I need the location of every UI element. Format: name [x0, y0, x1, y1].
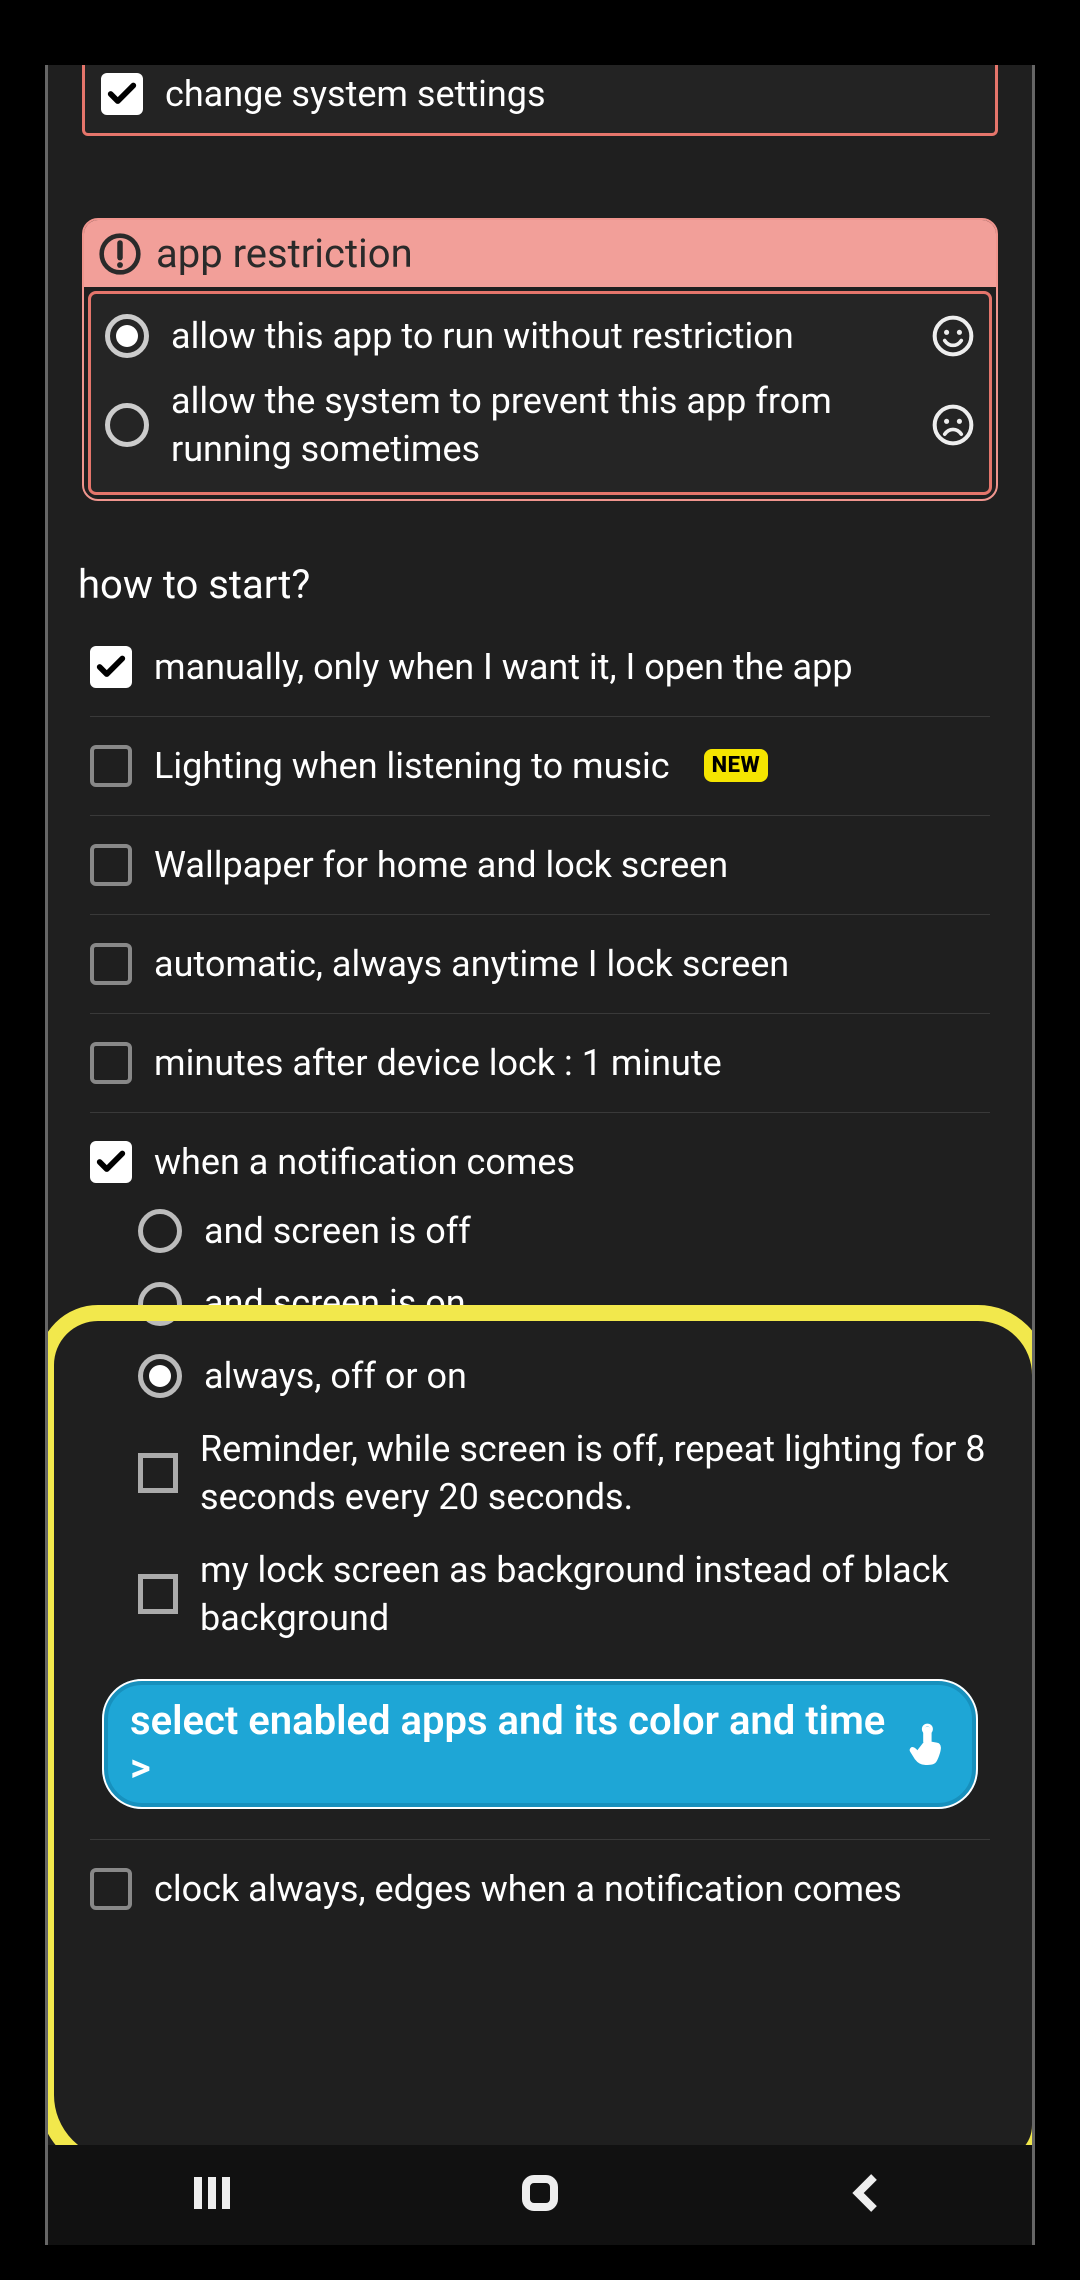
how-to-start-heading: how to start? [78, 561, 1012, 608]
option-clock-always[interactable]: clock always, edges when a notification … [90, 1839, 990, 1910]
checkbox-unchecked-icon [90, 943, 132, 985]
nav-back-button[interactable] [844, 2169, 892, 2221]
option-label: when a notification comes [154, 1141, 575, 1183]
option-lighting-music[interactable]: Lighting when listening to music NEW [90, 717, 990, 816]
sub-check-reminder[interactable]: Reminder, while screen is off, repeat li… [138, 1413, 992, 1534]
sub-label: always, off or on [204, 1352, 467, 1401]
warning-circle-icon [98, 232, 142, 276]
new-badge: NEW [704, 749, 769, 782]
option-label: minutes after device lock : 1 minute [154, 1042, 722, 1084]
smile-face-icon [931, 314, 975, 358]
sub-check-lockscreen-bg[interactable]: my lock screen as background instead of … [138, 1534, 992, 1655]
app-restriction-header: app restriction [84, 220, 996, 287]
checkbox-unchecked-icon [90, 1042, 132, 1084]
nav-home-button[interactable] [516, 2169, 564, 2221]
nav-recents-button[interactable] [188, 2169, 236, 2221]
option-label: clock always, edges when a notification … [154, 1868, 902, 1910]
sub-label: my lock screen as background instead of … [200, 1546, 992, 1643]
app-restriction-body: allow this app to run without restrictio… [88, 291, 992, 495]
checkbox-unchecked-icon [90, 1868, 132, 1910]
radio-selected-icon [138, 1354, 182, 1398]
back-icon [844, 2169, 892, 2217]
app-restriction-title: app restriction [156, 230, 413, 277]
checkbox-unchecked-icon [90, 844, 132, 886]
checkbox-checked-icon [90, 646, 132, 688]
radio-unselected-icon [138, 1282, 182, 1326]
option-wallpaper[interactable]: Wallpaper for home and lock screen [90, 816, 990, 915]
option-label: manually, only when I want it, I open th… [154, 646, 853, 688]
option-manually[interactable]: manually, only when I want it, I open th… [90, 618, 990, 717]
checkbox-unchecked-icon [138, 1574, 178, 1614]
option-automatic-lock[interactable]: automatic, always anytime I lock screen [90, 915, 990, 1014]
radio-unselected-icon [105, 403, 149, 447]
option-label: Lighting when listening to music [154, 745, 670, 787]
permission-label: change system settings [165, 73, 546, 115]
radio-label: allow this app to run without restrictio… [171, 312, 903, 361]
home-icon [516, 2169, 564, 2217]
permission-box: change system settings [82, 65, 998, 136]
select-enabled-apps-button[interactable]: select enabled apps and its color and ti… [102, 1679, 978, 1809]
option-label: Wallpaper for home and lock screen [154, 844, 728, 886]
sub-radio-screen-on[interactable]: and screen is on [138, 1267, 992, 1340]
option-minutes-after[interactable]: minutes after device lock : 1 minute [90, 1014, 990, 1113]
checkbox-checked-icon [90, 1141, 132, 1183]
radio-label: allow the system to prevent this app fro… [171, 377, 903, 474]
radio-allow-no-restriction[interactable]: allow this app to run without restrictio… [105, 304, 975, 369]
sub-label: Reminder, while screen is off, repeat li… [200, 1425, 992, 1522]
android-nav-bar [48, 2145, 1032, 2245]
option-label: automatic, always anytime I lock screen [154, 943, 789, 985]
sub-label: and screen is off [204, 1207, 471, 1256]
radio-allow-prevent[interactable]: allow the system to prevent this app fro… [105, 369, 975, 482]
checkbox-unchecked-icon [90, 745, 132, 787]
frown-face-icon [931, 403, 975, 447]
action-button-label: select enabled apps and its color and ti… [130, 1697, 895, 1791]
sub-radio-always[interactable]: always, off or on [138, 1340, 992, 1413]
option-notification[interactable]: when a notification comes [90, 1113, 990, 1195]
touch-hand-icon [905, 1721, 950, 1767]
sub-radio-screen-off[interactable]: and screen is off [138, 1195, 992, 1268]
radio-selected-icon [105, 314, 149, 358]
checkbox-unchecked-icon [138, 1453, 178, 1493]
radio-unselected-icon [138, 1209, 182, 1253]
app-restriction-panel: app restriction allow this app to run wi… [82, 218, 998, 501]
sub-label: and screen is on [204, 1279, 466, 1328]
recents-icon [188, 2169, 236, 2217]
notification-sub-group: and screen is off and screen is on alway… [138, 1195, 1012, 1655]
checkbox-checked-icon [101, 73, 143, 115]
permission-change-system-settings[interactable]: change system settings [101, 73, 979, 115]
